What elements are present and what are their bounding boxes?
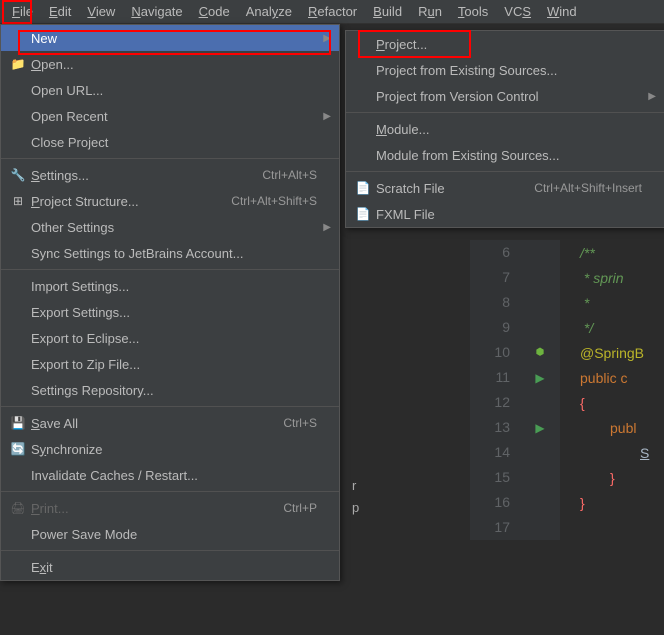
menu-item-invalidate-caches[interactable]: Invalidate Caches / Restart...	[1, 462, 339, 488]
structure-icon: ⊞	[9, 193, 27, 209]
menu-item-exit[interactable]: Exit	[1, 554, 339, 580]
menu-analyze[interactable]: Analyze	[238, 1, 300, 22]
sync-icon: 🔄	[9, 441, 27, 457]
menu-item-open[interactable]: 📁Open...	[1, 51, 339, 77]
new-project[interactable]: Project...	[346, 31, 664, 57]
menu-item-close-project[interactable]: Close Project	[1, 129, 339, 155]
folder-icon: 📁	[9, 56, 27, 72]
new-scratch-file[interactable]: 📄Scratch FileCtrl+Alt+Shift+Insert	[346, 175, 664, 201]
code-editor[interactable]: 6/** 7 * sprin 8 * 9 */ 10⬢@SpringB 11▶p…	[470, 240, 664, 540]
menu-item-export-zip[interactable]: Export to Zip File...	[1, 351, 339, 377]
menu-item-import-settings[interactable]: Import Settings...	[1, 273, 339, 299]
editor-peek-r: r	[352, 478, 356, 493]
menu-file[interactable]: File	[4, 1, 41, 22]
file-dropdown: New▶ 📁Open... Open URL... Open Recent▶ C…	[0, 24, 340, 581]
menu-refactor[interactable]: Refactor	[300, 1, 365, 22]
new-module-existing[interactable]: Module from Existing Sources...	[346, 142, 664, 168]
menu-item-save-all[interactable]: 💾Save AllCtrl+S	[1, 410, 339, 436]
run-icon[interactable]: ▶	[535, 421, 544, 435]
menu-item-sync-jetbrains[interactable]: Sync Settings to JetBrains Account...	[1, 240, 339, 266]
new-project-vcs[interactable]: Project from Version Control▶	[346, 83, 664, 109]
menu-item-open-url[interactable]: Open URL...	[1, 77, 339, 103]
wrench-icon: 🔧	[9, 167, 27, 183]
menu-navigate[interactable]: Navigate	[123, 1, 190, 22]
new-module[interactable]: Module...	[346, 116, 664, 142]
menu-item-new[interactable]: New▶	[1, 25, 339, 51]
menu-item-print[interactable]: 🖨Print...Ctrl+P	[1, 495, 339, 521]
menu-tools[interactable]: Tools	[450, 1, 496, 22]
menu-item-export-settings[interactable]: Export Settings...	[1, 299, 339, 325]
new-fxml-file[interactable]: 📄FXML File	[346, 201, 664, 227]
menu-view[interactable]: View	[79, 1, 123, 22]
editor-peek-p: p	[352, 500, 359, 515]
menu-item-power-save[interactable]: Power Save Mode	[1, 521, 339, 547]
menu-item-synchronize[interactable]: 🔄Synchronize	[1, 436, 339, 462]
menu-item-settings-repo[interactable]: Settings Repository...	[1, 377, 339, 403]
menubar: File Edit View Navigate Code Analyze Ref…	[0, 0, 664, 24]
menu-item-project-structure[interactable]: ⊞Project Structure...Ctrl+Alt+Shift+S	[1, 188, 339, 214]
menu-item-open-recent[interactable]: Open Recent▶	[1, 103, 339, 129]
save-icon: 💾	[9, 415, 27, 431]
file-icon: 📄	[354, 180, 372, 196]
new-project-existing[interactable]: Project from Existing Sources...	[346, 57, 664, 83]
spring-icon: ⬢	[536, 347, 545, 358]
menu-item-other-settings[interactable]: Other Settings▶	[1, 214, 339, 240]
fxml-icon: 📄	[354, 206, 372, 222]
menu-item-settings[interactable]: 🔧Settings...Ctrl+Alt+S	[1, 162, 339, 188]
menu-build[interactable]: Build	[365, 1, 410, 22]
run-icon[interactable]: ▶	[535, 371, 544, 385]
new-submenu: Project... Project from Existing Sources…	[345, 30, 664, 228]
menu-item-export-eclipse[interactable]: Export to Eclipse...	[1, 325, 339, 351]
menu-window[interactable]: Wind	[539, 1, 585, 22]
menu-vcs[interactable]: VCS	[496, 1, 539, 22]
menu-run[interactable]: Run	[410, 1, 450, 22]
print-icon: 🖨	[9, 500, 27, 516]
menu-code[interactable]: Code	[191, 1, 238, 22]
menu-edit[interactable]: Edit	[41, 1, 79, 22]
